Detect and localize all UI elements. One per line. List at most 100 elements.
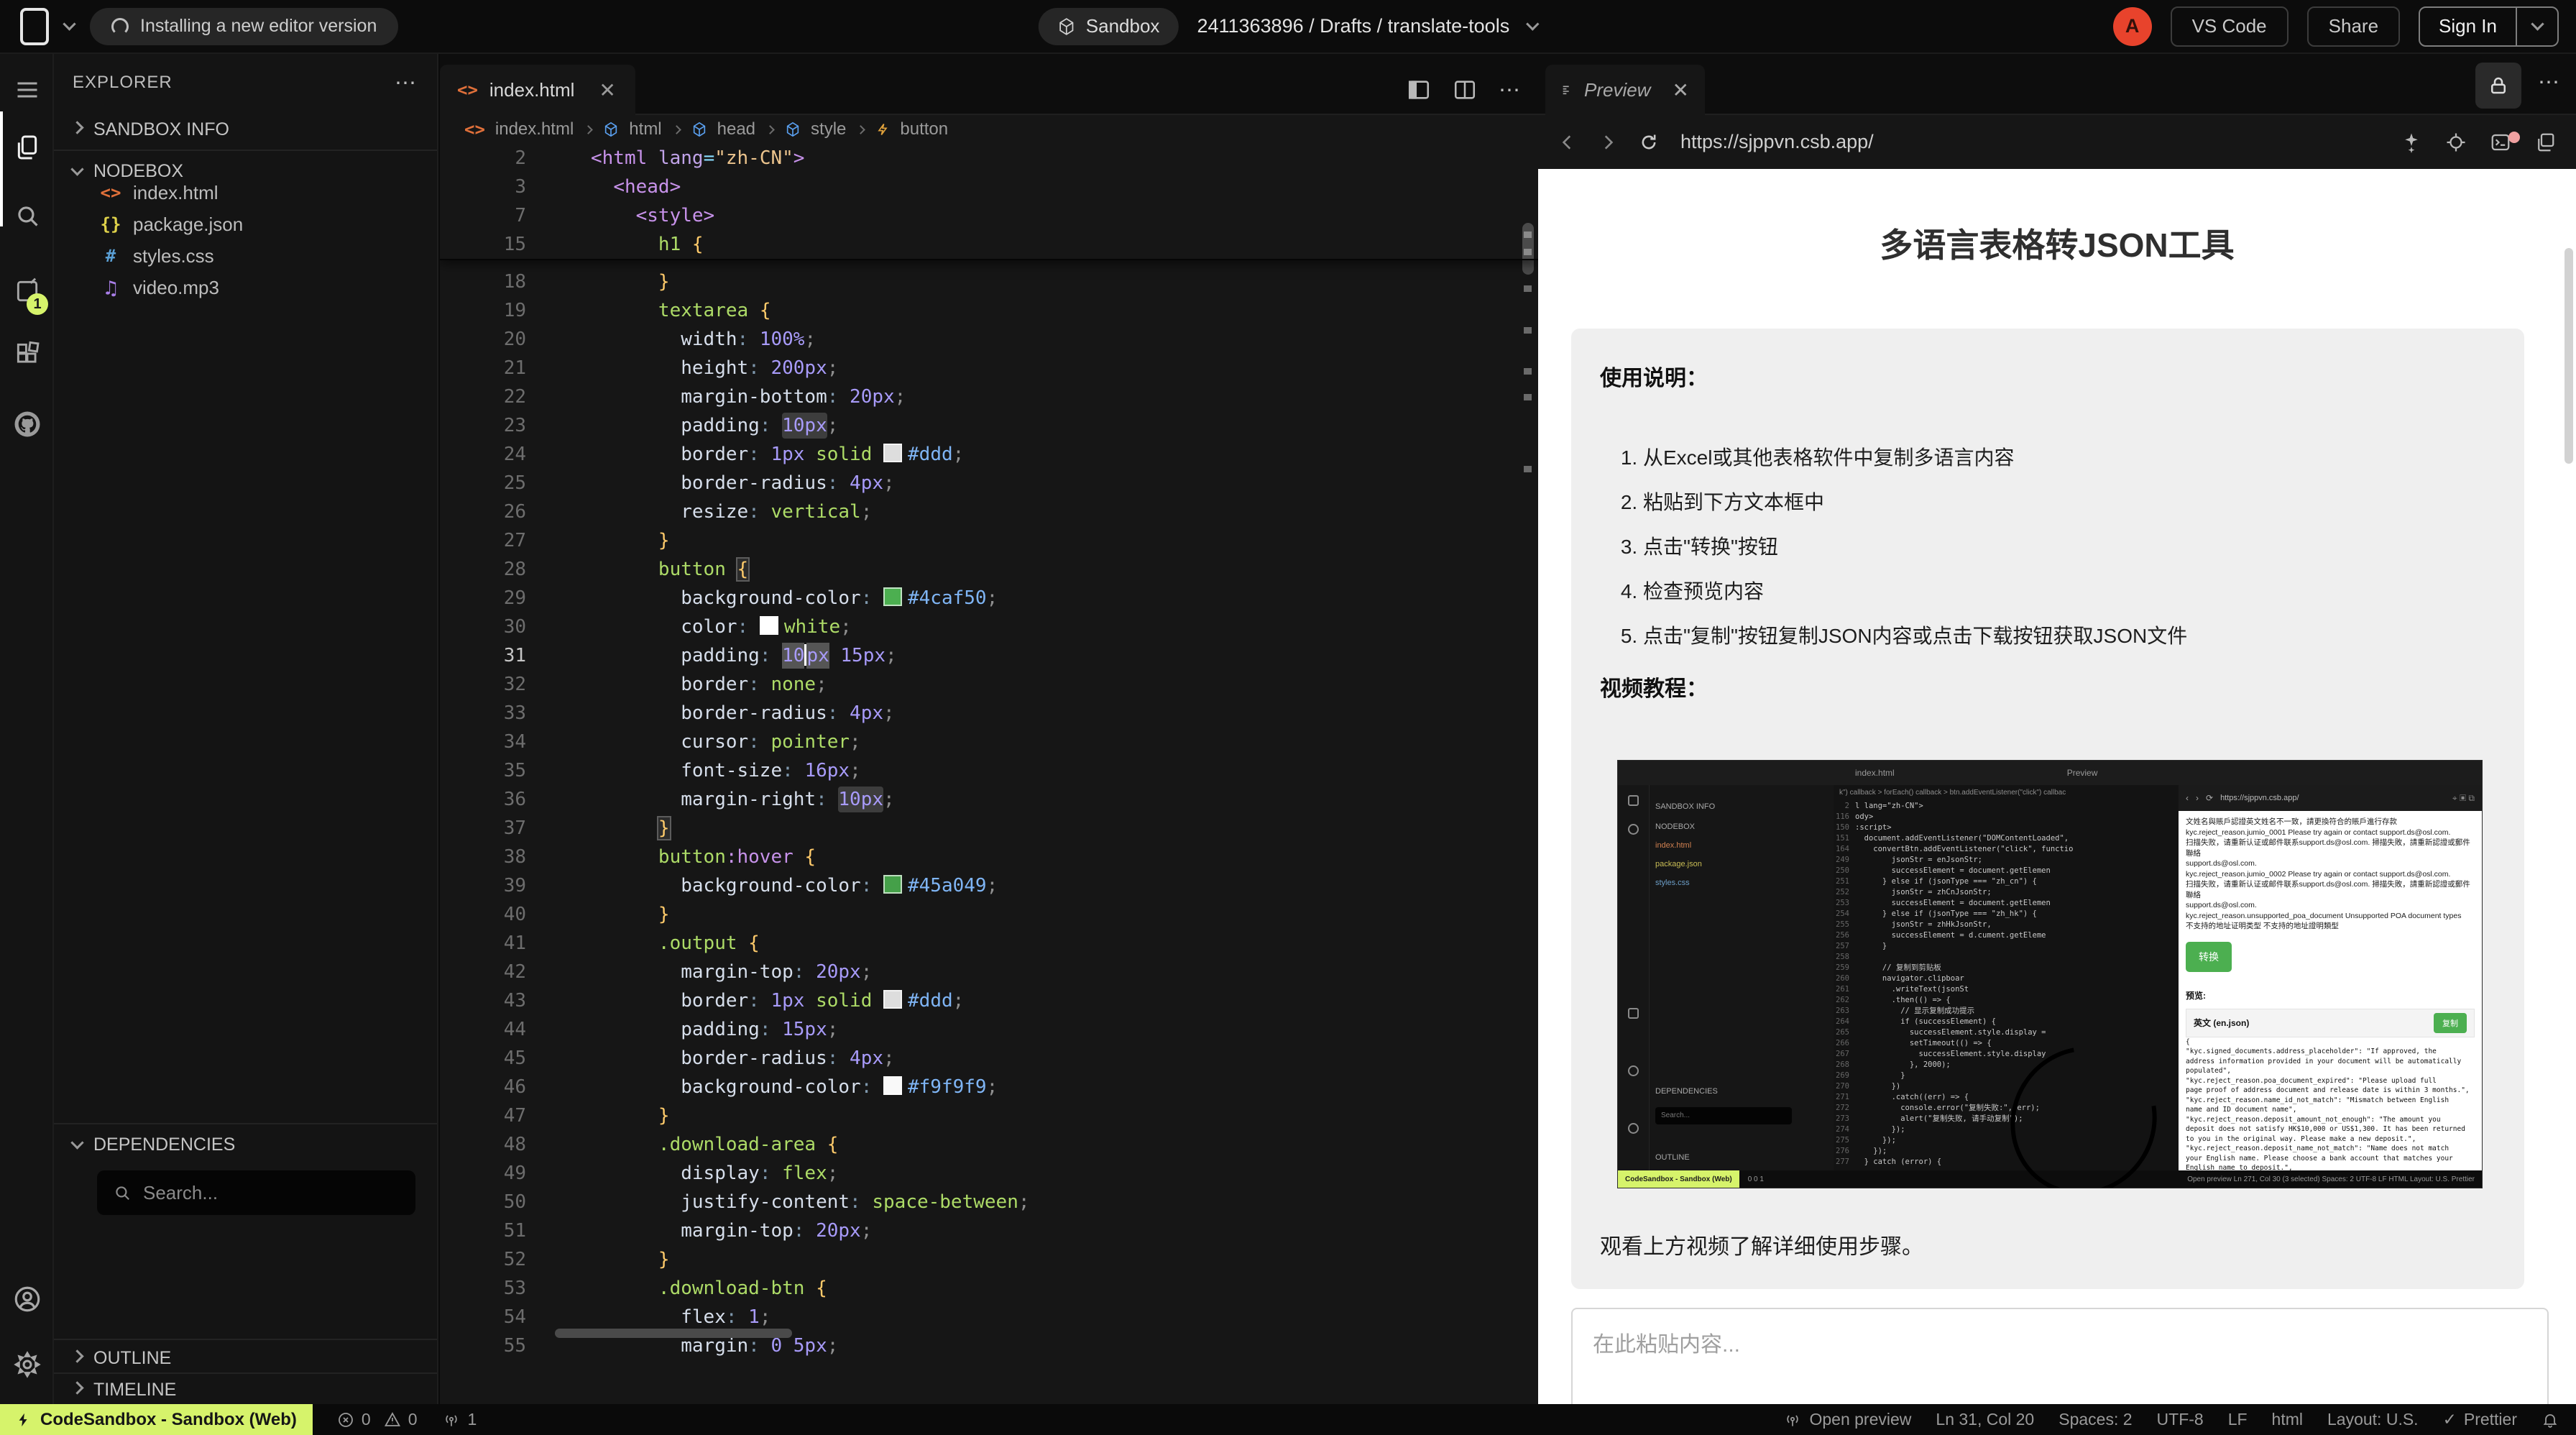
code-line-26[interactable]: 26 resize: vertical; [440, 498, 1538, 526]
code-line-46[interactable]: 46 background-color: #f9f9f9; [440, 1073, 1538, 1101]
code-line-25[interactable]: 25 border-radius: 4px; [440, 469, 1538, 498]
file-item-styles.css[interactable]: #styles.css [54, 240, 437, 272]
code-line-44[interactable]: 44 padding: 15px; [440, 1015, 1538, 1044]
code-line-53[interactable]: 53 .download-btn { [440, 1274, 1538, 1303]
code-line-41[interactable]: 41 .output { [440, 929, 1538, 958]
code-line-54[interactable]: 54 flex: 1; [440, 1303, 1538, 1331]
code-line-18[interactable]: 18 } [440, 267, 1538, 296]
signin-button[interactable]: Sign In [2419, 6, 2559, 47]
code-line-28[interactable]: 28 button { [440, 555, 1538, 584]
github-icon[interactable] [0, 399, 54, 449]
close-icon[interactable]: ✕ [1673, 78, 1689, 102]
open-in-new-icon[interactable] [2534, 132, 2556, 153]
forward-icon[interactable] [1598, 133, 1617, 152]
editor-more-icon[interactable]: ⋯ [1499, 78, 1522, 103]
paste-textarea[interactable] [1571, 1308, 2549, 1404]
settings-gear-icon[interactable] [0, 1339, 54, 1390]
code-lines[interactable]: 18 }19 textarea {20 width: 100%;21 heigh… [440, 267, 1538, 1360]
ports-item[interactable]: 1 [442, 1410, 477, 1429]
code-line-39[interactable]: 39 background-color: #45a049; [440, 871, 1538, 900]
breadcrumb-item[interactable]: index.html [495, 119, 574, 139]
close-icon[interactable]: ✕ [599, 78, 615, 102]
code-line-34[interactable]: 34 cursor: pointer; [440, 728, 1538, 756]
code-line-15[interactable]: 15 h1 { [440, 230, 1538, 259]
sparkle-icon[interactable] [2401, 132, 2422, 153]
code-line-24[interactable]: 24 border: 1px solid #ddd; [440, 440, 1538, 469]
code-line-48[interactable]: 48 .download-area { [440, 1130, 1538, 1159]
code-line-29[interactable]: 29 background-color: #4caf50; [440, 584, 1538, 613]
layout-item[interactable]: Layout: U.S. [2327, 1410, 2419, 1429]
share-button[interactable]: Share [2307, 6, 2400, 47]
code-line-23[interactable]: 23 padding: 10px; [440, 411, 1538, 440]
sandbox-info-section[interactable]: SANDBOX INFO [54, 111, 437, 147]
code-line-42[interactable]: 42 margin-top: 20px; [440, 958, 1538, 986]
split-editor-icon[interactable] [1453, 78, 1477, 102]
explorer-icon[interactable] [0, 122, 54, 173]
code-line-49[interactable]: 49 display: flex; [440, 1159, 1538, 1188]
status-badge[interactable]: CodeSandbox - Sandbox (Web) [0, 1404, 313, 1435]
window-menu-icon[interactable] [20, 8, 49, 45]
eol-item[interactable]: LF [2228, 1410, 2248, 1429]
code-line-38[interactable]: 38 button:hover { [440, 843, 1538, 871]
dependencies-search[interactable]: Search... [97, 1170, 415, 1215]
code-line-43[interactable]: 43 border: 1px solid #ddd; [440, 986, 1538, 1015]
code-line-40[interactable]: 40 } [440, 900, 1538, 929]
breadcrumb-item[interactable]: head [717, 119, 755, 139]
outline-section[interactable]: OUTLINE [54, 1343, 437, 1373]
tab-index-html[interactable]: <> index.html ✕ [440, 65, 635, 115]
explorer-more-icon[interactable]: ⋯ [395, 70, 437, 96]
chevron-down-icon[interactable] [63, 17, 75, 30]
preview-more-icon[interactable]: ⋯ [2538, 70, 2562, 95]
file-item-video.mp3[interactable]: ♫video.mp3 [54, 272, 437, 303]
code-line-45[interactable]: 45 border-radius: 4px; [440, 1044, 1538, 1073]
avatar[interactable]: A [2113, 7, 2152, 46]
code-line-21[interactable]: 21 height: 200px; [440, 354, 1538, 382]
breadcrumb-item[interactable]: style [811, 119, 846, 139]
problems-warnings[interactable]: 0 [384, 1410, 418, 1429]
language-item[interactable]: html [2272, 1410, 2303, 1429]
code-line-7[interactable]: 7 <style> [440, 201, 1538, 230]
inspect-crosshair-icon[interactable] [2445, 132, 2467, 153]
code-line-32[interactable]: 32 border: none; [440, 670, 1538, 699]
code-line-37[interactable]: 37 } [440, 814, 1538, 843]
code-line-31[interactable]: 31 padding: 10px 15px; [440, 641, 1538, 670]
code-line-33[interactable]: 33 border-radius: 4px; [440, 699, 1538, 728]
code-line-22[interactable]: 22 margin-bottom: 20px; [440, 382, 1538, 411]
formatter-item[interactable]: ✓ Prettier [2443, 1410, 2517, 1429]
project-breadcrumb[interactable]: 2411363896 / Drafts / translate-tools [1197, 15, 1509, 37]
code-line-47[interactable]: 47 } [440, 1101, 1538, 1130]
sticky-scroll[interactable]: 2<html lang="zh-CN">3 <head>7 <style>15 … [440, 144, 1538, 260]
sandbox-pill[interactable]: Sandbox [1039, 8, 1179, 45]
code-line-36[interactable]: 36 margin-right: 10px; [440, 785, 1538, 814]
code-line-3[interactable]: 3 <head> [440, 173, 1538, 201]
account-icon[interactable] [0, 1274, 54, 1324]
code-line-52[interactable]: 52 } [440, 1245, 1538, 1274]
extensions-icon[interactable] [0, 329, 54, 379]
code-line-51[interactable]: 51 margin-top: 20px; [440, 1216, 1538, 1245]
search-icon[interactable] [0, 191, 54, 241]
encoding-item[interactable]: UTF-8 [2157, 1410, 2204, 1429]
preview-scrollbar[interactable] [2564, 248, 2573, 464]
chevron-down-icon[interactable] [1527, 17, 1540, 30]
signin-dropdown[interactable] [2516, 8, 2557, 45]
menu-icon[interactable] [0, 65, 54, 115]
file-item-package.json[interactable]: {}package.json [54, 208, 437, 240]
code-line-20[interactable]: 20 width: 100%; [440, 325, 1538, 354]
reload-icon[interactable] [1639, 132, 1659, 152]
code-line-30[interactable]: 30 color: white; [440, 613, 1538, 641]
devtools-icon[interactable]: 1 [0, 266, 54, 316]
code-line-27[interactable]: 27 } [440, 526, 1538, 555]
problems-errors[interactable]: 0 [337, 1410, 371, 1429]
tab-preview[interactable]: Preview ✕ [1545, 65, 1705, 115]
dependencies-section[interactable]: DEPENDENCIES [54, 1129, 437, 1160]
timeline-section[interactable]: TIMELINE [54, 1375, 437, 1404]
back-icon[interactable] [1558, 133, 1577, 152]
url-field[interactable]: https://sjppvn.csb.app/ [1680, 131, 2379, 153]
indentation-item[interactable]: Spaces: 2 [2058, 1410, 2132, 1429]
breadcrumb-item[interactable]: button [900, 119, 948, 139]
editor-horizontal-scrollbar[interactable] [555, 1329, 792, 1338]
breadcrumb-item[interactable]: html [629, 119, 661, 139]
console-icon[interactable] [2490, 132, 2511, 153]
vscode-button[interactable]: VS Code [2171, 6, 2288, 47]
code-line-2[interactable]: 2<html lang="zh-CN"> [440, 144, 1538, 173]
